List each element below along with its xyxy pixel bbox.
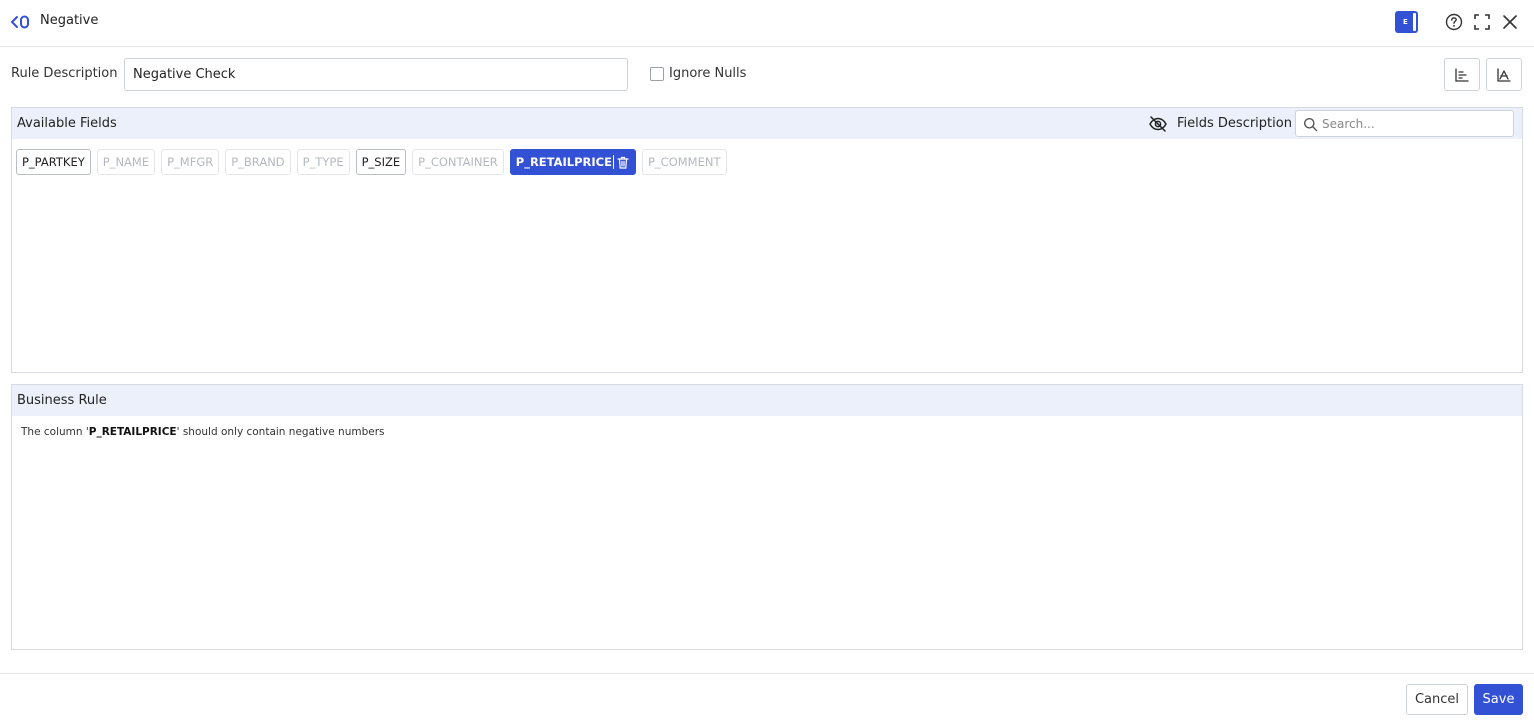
top-bar: Negative E xyxy=(0,0,1534,47)
text-cursor xyxy=(612,155,614,169)
business-rule-text: The column 'P_RETAILPRICE' should only c… xyxy=(21,426,385,438)
available-fields-title: Available Fields xyxy=(17,116,117,131)
back-logo-icon[interactable] xyxy=(10,13,32,31)
rule-column-name: P_RETAILPRICE xyxy=(88,426,177,438)
field-chip-p-type[interactable]: P_TYPE xyxy=(296,149,350,175)
business-rule-header: Business Rule xyxy=(12,385,1522,416)
field-search xyxy=(1295,110,1514,137)
ignore-nulls-label: Ignore Nulls xyxy=(669,66,747,81)
page-title: Negative xyxy=(40,13,99,28)
fullscreen-icon[interactable] xyxy=(1472,12,1492,32)
footer: Cancel Save xyxy=(0,673,1534,723)
field-chip-p-brand[interactable]: P_BRAND xyxy=(225,149,291,175)
field-chip-p-size[interactable]: P_SIZE xyxy=(355,149,407,175)
rule-text-prefix: The column ' xyxy=(21,426,89,438)
trend-view-button[interactable] xyxy=(1486,58,1522,91)
field-chip-label: P_PARTKEY xyxy=(22,155,85,169)
help-icon[interactable] xyxy=(1444,12,1464,32)
available-fields-header: Available Fields Fields Description xyxy=(12,108,1522,139)
rule-description-row: Rule Description Ignore Nulls xyxy=(0,58,1534,91)
field-chip-p-name[interactable]: P_NAME xyxy=(96,149,156,175)
field-chip-label: P_SIZE xyxy=(361,155,401,169)
field-chip-p-retailprice[interactable]: P_RETAILPRICE xyxy=(509,149,636,175)
trash-icon[interactable] xyxy=(617,156,629,169)
bar-chart-icon xyxy=(1455,67,1469,82)
eye-off-icon[interactable] xyxy=(1148,114,1168,134)
close-icon[interactable] xyxy=(1500,12,1520,32)
environment-badge[interactable]: E xyxy=(1395,11,1418,33)
field-chip-list: P_PARTKEY P_NAME P_MFGR P_BRAND P_TYPE P… xyxy=(16,149,733,175)
field-chip-label: P_CONTAINER xyxy=(418,155,498,169)
business-rule-title: Business Rule xyxy=(17,393,107,408)
field-chip-label: P_MFGR xyxy=(167,155,214,169)
search-input[interactable] xyxy=(1322,115,1507,133)
line-chart-icon xyxy=(1497,67,1511,82)
field-chip-p-comment[interactable]: P_COMMENT xyxy=(641,149,727,175)
search-icon xyxy=(1304,118,1318,132)
rule-description-label: Rule Description xyxy=(11,66,118,81)
chart-view-button[interactable] xyxy=(1444,58,1480,91)
top-right-actions: E xyxy=(1395,10,1520,34)
save-button[interactable]: Save xyxy=(1474,684,1523,715)
field-chip-p-mfgr[interactable]: P_MFGR xyxy=(161,149,220,175)
rule-description-input[interactable] xyxy=(124,58,628,91)
fields-description-toggle[interactable]: Fields Description xyxy=(1177,116,1292,131)
cancel-button[interactable]: Cancel xyxy=(1406,684,1468,715)
business-rule-panel: Business Rule The column 'P_RETAILPRICE'… xyxy=(11,384,1523,650)
available-fields-panel: Available Fields Fields Description P_PA… xyxy=(11,107,1523,373)
ignore-nulls-checkbox[interactable] xyxy=(650,66,664,81)
field-chip-label: P_NAME xyxy=(102,155,150,169)
field-chip-label: P_TYPE xyxy=(302,155,344,169)
rule-text-suffix: ' should only contain negative numbers xyxy=(176,426,385,438)
field-chip-p-partkey[interactable]: P_PARTKEY xyxy=(16,149,91,175)
field-chip-label: P_COMMENT xyxy=(647,155,721,169)
ignore-nulls-toggle[interactable]: Ignore Nulls xyxy=(650,66,746,81)
field-chip-label: P_RETAILPRICE xyxy=(515,155,612,169)
environment-badge-label: E xyxy=(1403,18,1408,26)
field-chip-label: P_BRAND xyxy=(231,155,285,169)
field-chip-p-container[interactable]: P_CONTAINER xyxy=(412,149,504,175)
